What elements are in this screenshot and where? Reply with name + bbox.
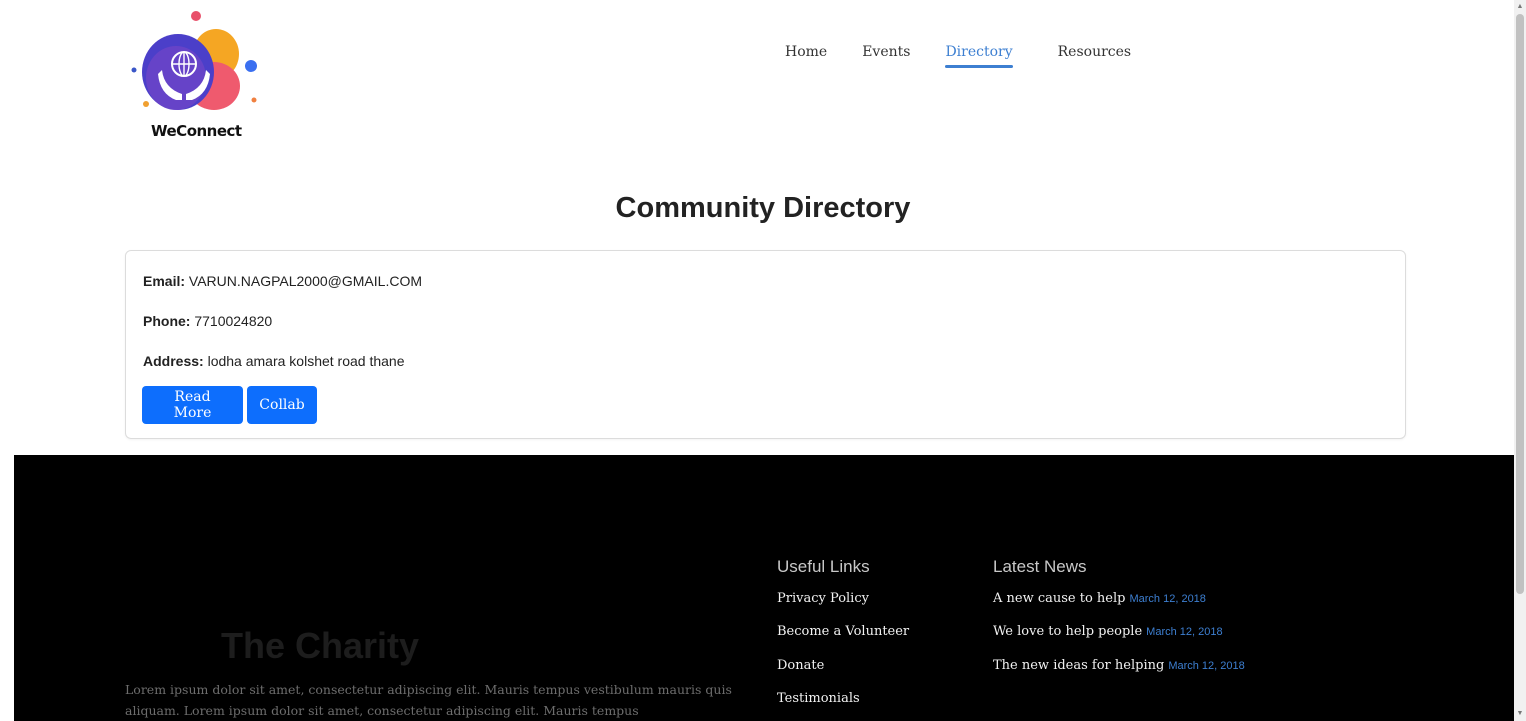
site-footer: The Charity Lorem ipsum dolor sit amet, … xyxy=(14,455,1514,721)
address-row: Address: lodha amara kolshet road thane xyxy=(143,353,405,369)
page-title: Community Directory xyxy=(615,192,911,224)
read-more-button[interactable]: Read More xyxy=(142,386,243,424)
news-item[interactable]: We love to help people March 12, 2018 xyxy=(993,624,1223,639)
latest-news-heading: Latest News xyxy=(993,557,1087,576)
news-item[interactable]: A new cause to help March 12, 2018 xyxy=(993,591,1206,606)
news-title[interactable]: A new cause to help xyxy=(993,591,1125,606)
phone-row: Phone: 7710024820 xyxy=(143,313,272,329)
phone-value: 7710024820 xyxy=(194,313,273,329)
scroll-up-arrow-icon[interactable]: ▲ xyxy=(1515,2,1525,12)
page-scrollbar[interactable]: ▲ ▼ xyxy=(1514,0,1526,721)
useful-links-heading: Useful Links xyxy=(777,557,870,576)
news-item[interactable]: The new ideas for helping March 12, 2018 xyxy=(993,658,1245,673)
phone-label: Phone: xyxy=(143,313,191,329)
nav-directory[interactable]: Directory xyxy=(945,44,1013,68)
scrollbar-thumb[interactable] xyxy=(1516,14,1524,594)
nav-events[interactable]: Events xyxy=(862,44,910,68)
nav-resources[interactable]: Resources xyxy=(1058,44,1131,68)
news-date: March 12, 2018 xyxy=(1168,660,1245,672)
brand-name: WeConnect xyxy=(151,122,242,140)
footer-link-testimonials[interactable]: Testimonials xyxy=(777,691,860,706)
directory-card: Email: VARUN.NAGPAL2000@GMAIL.COM Phone:… xyxy=(125,250,1406,439)
email-label: Email: xyxy=(143,273,186,289)
weconnect-logo[interactable]: WeConnect xyxy=(126,8,266,140)
globe-hands-icon xyxy=(131,11,257,110)
news-title[interactable]: The new ideas for helping xyxy=(993,658,1164,673)
main-nav: Home Events Directory Resources xyxy=(785,44,1131,68)
nav-home[interactable]: Home xyxy=(785,44,827,68)
collab-button[interactable]: Collab xyxy=(247,386,317,424)
footer-charity-title: The Charity xyxy=(221,625,420,666)
footer-charity-text: Lorem ipsum dolor sit amet, consectetur … xyxy=(125,682,732,718)
address-label: Address: xyxy=(143,353,204,369)
email-value: VARUN.NAGPAL2000@GMAIL.COM xyxy=(188,273,422,289)
scroll-down-arrow-icon[interactable]: ▼ xyxy=(1515,709,1525,719)
footer-link-donate[interactable]: Donate xyxy=(777,658,824,673)
address-value: lodha amara kolshet road thane xyxy=(207,353,405,369)
footer-link-become-volunteer[interactable]: Become a Volunteer xyxy=(777,624,909,639)
news-title[interactable]: We love to help people xyxy=(993,624,1142,639)
news-date: March 12, 2018 xyxy=(1146,626,1223,638)
footer-link-privacy-policy[interactable]: Privacy Policy xyxy=(777,591,869,606)
news-date: March 12, 2018 xyxy=(1129,593,1206,605)
email-row: Email: VARUN.NAGPAL2000@GMAIL.COM xyxy=(143,273,422,289)
